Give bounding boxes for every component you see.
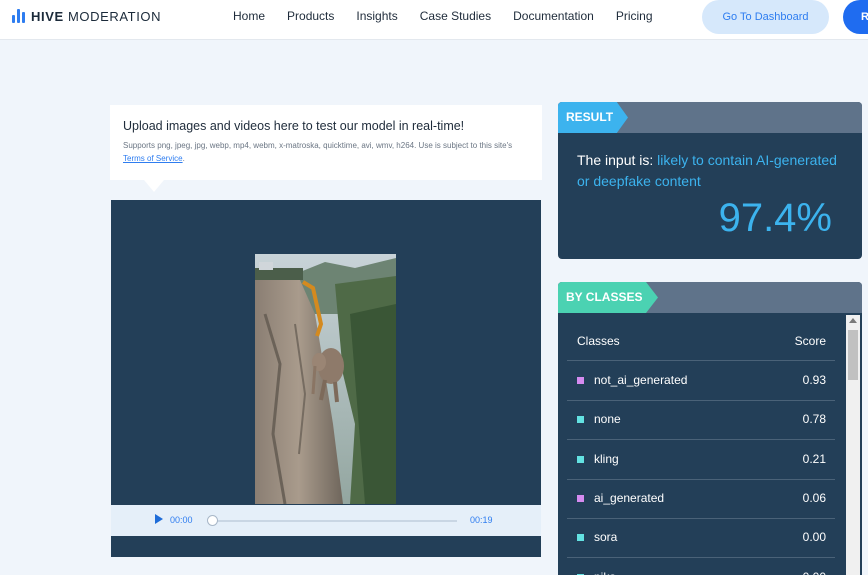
class-name: none (594, 412, 621, 427)
video-controls: 00:00 00:19 (111, 505, 541, 536)
class-name: sora (594, 530, 618, 545)
nav-link-documentation[interactable]: Documentation (513, 9, 594, 23)
nav-link-products[interactable]: Products (287, 9, 334, 23)
logo-text: HIVE MODERATION (31, 8, 162, 24)
video-thumbnail (255, 254, 396, 504)
upload-title: Upload images and videos here to test ou… (123, 119, 465, 133)
terms-of-service-link[interactable]: Terms of Service (123, 154, 183, 163)
logo-icon (12, 9, 25, 23)
class-color-swatch (577, 455, 584, 463)
hive-logo[interactable]: HIVE MODERATION (12, 8, 161, 24)
current-time: 00:00 (170, 515, 193, 525)
class-row: ai_generated 0.06 (567, 480, 835, 519)
classes-table-header: Classes Score (567, 324, 835, 361)
top-nav: HIVE MODERATION Home Products Insights C… (0, 0, 868, 40)
result-card: RESULT The input is: likely to contain A… (558, 102, 862, 259)
result-verdict: The input is: likely to contain AI-gener… (577, 152, 837, 189)
column-score: Score (794, 334, 826, 348)
nav-link-case-studies[interactable]: Case Studies (420, 9, 491, 23)
column-classes: Classes (577, 334, 620, 348)
scroll-thumb[interactable] (848, 330, 858, 380)
class-row: kling 0.21 (567, 441, 835, 480)
class-color-swatch (577, 416, 584, 424)
go-to-dashboard-button[interactable]: Go To Dashboard (702, 0, 829, 34)
nav-link-insights[interactable]: Insights (356, 9, 397, 23)
nav-links: Home Products Insights Case Studies Docu… (233, 9, 675, 23)
class-score: 0.00 (802, 530, 826, 545)
classes-tag: BY CLASSES (558, 282, 658, 313)
class-name: ai_generated (594, 490, 665, 505)
class-score: 0.06 (802, 490, 826, 505)
class-color-swatch (577, 494, 584, 502)
nav-link-pricing[interactable]: Pricing (616, 9, 653, 23)
class-row: none 0.78 (567, 401, 835, 441)
upload-formats: Supports png, jpeg, jpg, webp, mp4, webm… (123, 141, 513, 163)
bottom-thumbnail-strip (0, 575, 868, 587)
scroll-up-icon[interactable] (849, 318, 857, 323)
class-color-swatch (577, 534, 584, 542)
class-score: 0.21 (802, 451, 826, 466)
result-percentage: 97.4% (718, 196, 832, 240)
video-preview-panel[interactable]: 00:00 00:19 (111, 200, 541, 557)
video-duration: 00:19 (470, 515, 493, 525)
class-row: not_ai_generated 0.93 (567, 362, 835, 401)
classes-scrollbar[interactable] (846, 315, 860, 587)
class-row: sora 0.00 (567, 519, 835, 559)
play-icon[interactable] (155, 514, 163, 524)
class-score: 0.93 (802, 373, 826, 387)
class-color-swatch (577, 377, 584, 384)
seek-handle[interactable] (207, 515, 218, 526)
upload-info-card: Upload images and videos here to test ou… (110, 105, 542, 192)
result-tag: RESULT (558, 102, 628, 133)
class-name: kling (594, 451, 619, 466)
class-score: 0.78 (802, 412, 826, 427)
seek-bar[interactable] (211, 520, 457, 522)
classes-card: BY CLASSES Classes Score not_ai_generate… (558, 282, 862, 587)
video-frame[interactable] (255, 254, 396, 504)
nav-link-home[interactable]: Home (233, 9, 265, 23)
class-name: not_ai_generated (594, 373, 688, 387)
request-demo-button[interactable]: R (843, 0, 868, 34)
